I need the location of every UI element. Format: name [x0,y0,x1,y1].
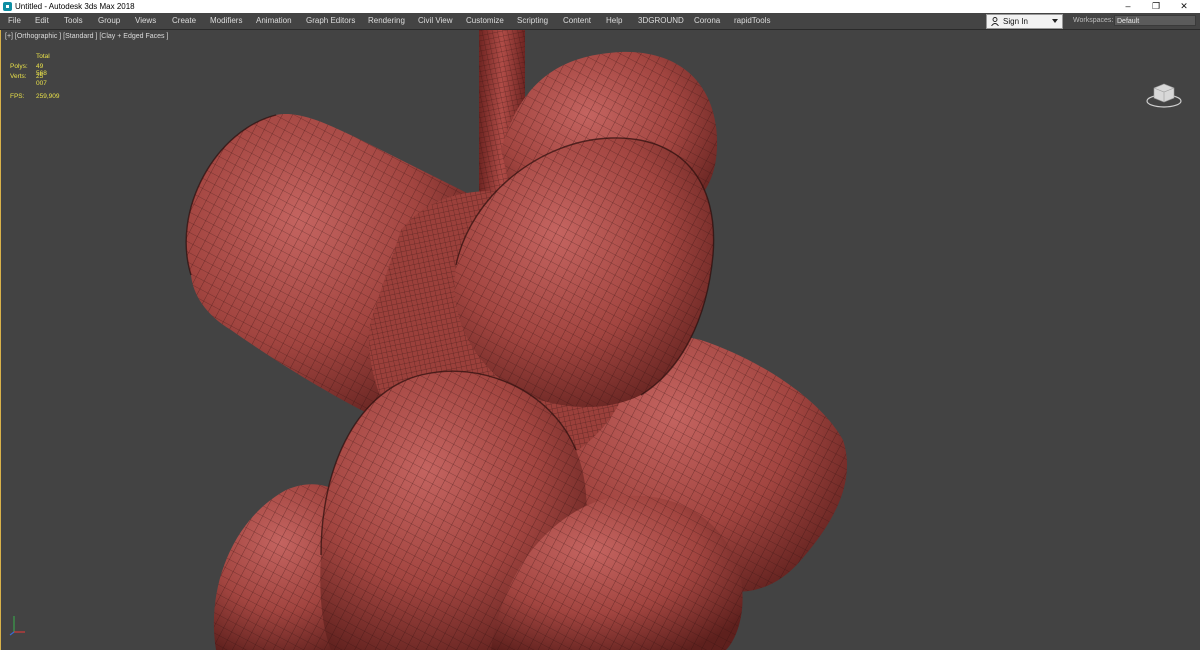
title-bar: Untitled - Autodesk 3ds Max 2018 – ❐ ✕ [0,0,1200,13]
menu-views[interactable]: Views [135,13,156,29]
chevron-down-icon [1052,19,1058,23]
menu-group[interactable]: Group [98,13,120,29]
verts-label: Verts: [10,73,27,80]
viewport-label[interactable]: [+] [Orthographic ] [Standard ] [Clay + … [5,33,168,40]
polys-label: Polys: [10,63,28,70]
menu-create[interactable]: Create [172,13,196,29]
axis-tripod-icon [9,616,25,636]
clay-mesh-model[interactable] [1,30,1200,650]
workspaces-select[interactable]: Default [1114,15,1196,26]
close-button[interactable]: ✕ [1170,0,1198,13]
perspective-viewport[interactable]: [+] [Orthographic ] [Standard ] [Clay + … [0,30,1200,650]
workspaces-label: Workspaces: [1073,17,1114,24]
3dsmax-icon[interactable] [3,2,12,11]
menu-rapidtools[interactable]: rapidTools [734,13,770,29]
viewcube-icon[interactable] [1146,82,1182,108]
fps-label: FPS: [10,93,25,100]
menu-civil-view[interactable]: Civil View [418,13,453,29]
menu-animation[interactable]: Animation [256,13,292,29]
menu-rendering[interactable]: Rendering [368,13,405,29]
menu-modifiers[interactable]: Modifiers [210,13,242,29]
restore-button[interactable]: ❐ [1142,0,1170,13]
fps-value: 259,909 [36,93,60,100]
user-icon [991,17,999,26]
minimize-button[interactable]: – [1114,0,1142,13]
menu-edit[interactable]: Edit [35,13,49,29]
sign-in-label: Sign In [1003,17,1028,26]
verts-value: 25 007 [36,73,47,87]
menu-customize[interactable]: Customize [466,13,504,29]
window-title: Untitled - Autodesk 3ds Max 2018 [15,2,135,11]
menu-tools[interactable]: Tools [64,13,83,29]
stats-header: Total [36,53,50,60]
menu-3dground[interactable]: 3DGROUND [638,13,684,29]
menu-scripting[interactable]: Scripting [517,13,548,29]
menu-corona[interactable]: Corona [694,13,720,29]
menu-graph-editors[interactable]: Graph Editors [306,13,355,29]
menu-help[interactable]: Help [606,13,622,29]
menu-file[interactable]: File [8,13,21,29]
sign-in-dropdown[interactable]: Sign In [986,14,1063,29]
menu-content[interactable]: Content [563,13,591,29]
